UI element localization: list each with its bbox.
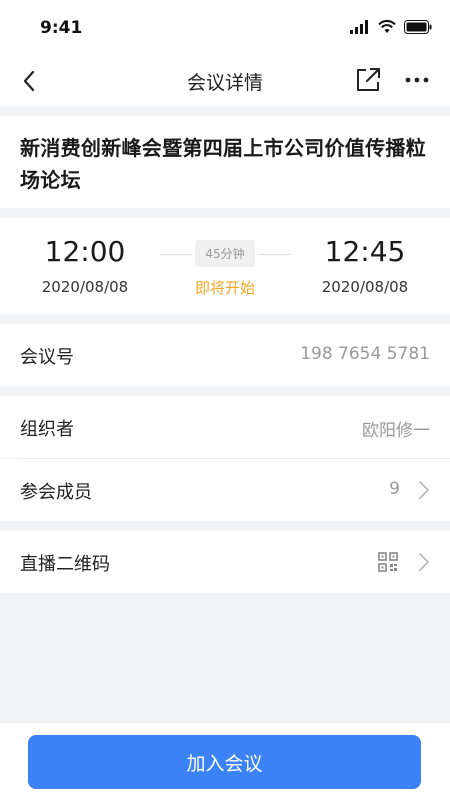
start-date: 2020/08/08 — [41, 278, 129, 296]
start-time-block: 12:00 2020/08/08 — [10, 234, 160, 296]
bottom-action-bar: 加入会议 — [0, 722, 450, 800]
nav-bar: 会议详情 — [0, 56, 450, 106]
share-button[interactable] — [354, 66, 382, 94]
meeting-title-card: 新消费创新峰会暨第四届上市公司价值传播粒场论坛 — [0, 116, 450, 208]
page-title: 会议详情 — [186, 72, 263, 94]
battery-icon — [404, 20, 432, 34]
status-icons — [350, 20, 432, 34]
duration-badge: 45分钟 — [195, 240, 255, 267]
live-qr-label: 直播二维码 — [20, 554, 110, 575]
members-label: 参会成员 — [20, 482, 92, 503]
end-time: 12:45 — [324, 235, 406, 268]
organizer-row: 组织者 欧阳修一 — [0, 396, 450, 458]
meeting-id-row: 会议号 198 7654 5781 — [0, 324, 450, 386]
end-time-block: 12:45 2020/08/08 — [290, 234, 440, 296]
qr-code-icon — [378, 552, 398, 572]
back-button[interactable] — [14, 66, 44, 96]
meeting-id-value: 198 7654 5781 — [300, 344, 430, 364]
organizer-value: 欧阳修一 — [362, 421, 430, 441]
join-meeting-button[interactable]: 加入会议 — [28, 735, 421, 789]
chevron-left-icon — [23, 70, 35, 92]
more-button[interactable] — [402, 66, 432, 94]
live-qr-row[interactable]: 直播二维码 — [0, 531, 450, 593]
meeting-id-label: 会议号 — [20, 347, 74, 368]
wifi-icon — [378, 20, 396, 33]
chevron-right-icon — [419, 481, 429, 499]
share-external-icon — [357, 68, 380, 91]
status-time: 9:41 — [40, 18, 83, 38]
more-dots-icon — [405, 77, 429, 83]
status-bar: 9:41 — [0, 0, 450, 56]
organizer-label: 组织者 — [20, 419, 74, 440]
signal-icon — [350, 20, 368, 34]
end-date: 2020/08/08 — [321, 278, 409, 296]
start-time: 12:00 — [44, 235, 126, 268]
members-count: 9 — [389, 479, 400, 499]
meeting-status: 即将开始 — [194, 279, 255, 297]
members-row[interactable]: 参会成员 9 — [0, 459, 450, 521]
meeting-title: 新消费创新峰会暨第四届上市公司价值传播粒场论坛 — [20, 136, 426, 192]
chevron-right-icon — [419, 553, 429, 571]
duration-divider-right — [258, 254, 290, 255]
duration-block: 45分钟 即将开始 — [160, 240, 290, 298]
duration-divider-left — [160, 254, 192, 255]
meeting-time-card: 12:00 2020/08/08 45分钟 即将开始 12:45 2020/08… — [0, 218, 450, 314]
